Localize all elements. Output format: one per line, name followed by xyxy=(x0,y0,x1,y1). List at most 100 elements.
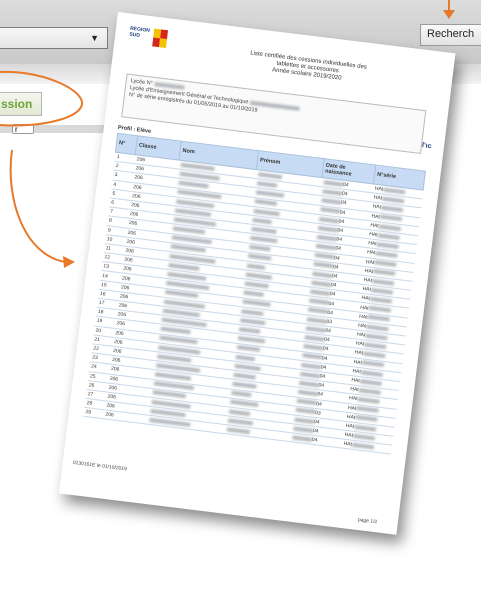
redacted-mark xyxy=(295,408,316,415)
redacted-mark xyxy=(230,390,252,398)
redacted-mark xyxy=(360,369,383,377)
redacted-mark xyxy=(298,380,319,388)
redacted-mark xyxy=(308,298,329,306)
redacted-mark xyxy=(305,325,326,333)
redacted-mark xyxy=(255,190,284,198)
redacted-mark xyxy=(321,189,343,196)
redacted-mark xyxy=(309,289,330,296)
redacted-mark xyxy=(312,262,334,269)
col-header-number: N° xyxy=(115,133,138,155)
redacted-mark xyxy=(365,333,388,340)
certified-list-document: REGION SUD Liste certifiée des cessions … xyxy=(58,12,456,535)
redacted-mark xyxy=(292,426,314,433)
redacted-mark xyxy=(302,344,324,351)
redacted-mark xyxy=(369,296,392,304)
redacted-mark xyxy=(249,235,278,244)
redacted-mark xyxy=(306,316,327,324)
redacted-mark xyxy=(310,280,332,287)
redacted-mark xyxy=(367,315,390,322)
redacted-mark xyxy=(316,234,337,242)
students-table: N° Classe Nom Prénom Date de naissance N… xyxy=(82,133,426,455)
redacted-mark xyxy=(362,351,386,359)
highlight-ellipse xyxy=(0,70,83,127)
redacted-mark xyxy=(377,233,400,240)
redacted-mark xyxy=(351,442,374,450)
redacted-mark xyxy=(291,435,313,442)
region-flag-icon xyxy=(152,28,169,49)
redacted-mark xyxy=(253,208,280,216)
redacted-mark xyxy=(318,216,339,223)
redacted-mark xyxy=(378,223,401,231)
redacted-mark xyxy=(229,400,258,408)
redacted-mark xyxy=(293,417,315,424)
redacted-mark xyxy=(226,427,250,435)
down-arrow-icon xyxy=(443,10,455,19)
footer-reference: 0130161E le 01/10/2019 xyxy=(72,459,128,473)
redacted-mark xyxy=(357,397,380,404)
redacted-mark xyxy=(315,243,336,251)
redacted-mark xyxy=(148,417,190,427)
redacted-mark xyxy=(235,354,255,361)
row-number: 29 xyxy=(82,407,104,420)
redacted-mark xyxy=(301,353,323,360)
redacted-mark xyxy=(241,299,271,308)
redacted-mark xyxy=(366,324,389,331)
redacted-mark xyxy=(254,199,277,207)
redacted-mark xyxy=(323,180,344,187)
redacted-mark xyxy=(247,254,271,261)
redacted-mark xyxy=(380,205,404,213)
redacted-mark xyxy=(228,409,250,416)
redacted-mark xyxy=(256,181,277,188)
redacted-mark xyxy=(352,433,376,441)
redacted-mark xyxy=(376,242,399,249)
redacted-mark xyxy=(299,371,320,378)
redacted-mark xyxy=(297,389,318,397)
redacted-mark xyxy=(304,335,325,342)
redacted-mark xyxy=(240,308,264,316)
redacted-mark xyxy=(363,342,387,350)
redacted-mark xyxy=(236,345,260,353)
redacted-mark xyxy=(373,260,397,268)
redacted-mark xyxy=(320,198,342,205)
info-line-2: Lycée d'Enseignement Général et Technolo… xyxy=(129,85,420,128)
redacted-mark xyxy=(361,360,385,368)
redacted-mark xyxy=(239,317,265,325)
redacted-mark xyxy=(317,225,338,233)
redacted-mark xyxy=(319,207,341,214)
redacted-mark xyxy=(314,253,335,260)
redacted-mark xyxy=(381,196,405,204)
redacted-mark xyxy=(251,217,272,224)
redacted-mark xyxy=(250,226,277,234)
redacted-mark xyxy=(246,263,265,270)
redacted-mark xyxy=(356,406,379,413)
redacted-mark xyxy=(375,251,398,258)
region-sud-logo: REGION SUD xyxy=(128,26,171,55)
redacted-mark xyxy=(358,388,381,395)
curved-arrow-icon xyxy=(9,149,66,263)
redacted-mark xyxy=(359,378,382,386)
dc-logo: l'ıc xyxy=(421,142,432,151)
redacted-mark xyxy=(370,287,393,295)
redacted-mark xyxy=(234,363,261,371)
redacted-mark xyxy=(232,372,256,380)
page-number: page 1/2 xyxy=(357,517,378,526)
redacted-mark xyxy=(227,418,253,426)
redacted-mark xyxy=(307,307,328,315)
document-title: Liste certifiée des cessions individuell… xyxy=(222,47,393,89)
redacted-mark xyxy=(372,269,396,277)
redacted-mark xyxy=(245,272,272,280)
redacted-mark xyxy=(354,415,378,423)
redacted-mark xyxy=(257,172,282,179)
redacted-mark xyxy=(300,362,322,369)
arrow-head-icon xyxy=(63,256,75,268)
redacted-mark xyxy=(311,271,333,278)
redacted-mark xyxy=(368,305,391,313)
redacted-mark xyxy=(237,336,265,344)
redacted-mark xyxy=(371,278,395,286)
redacted-mark xyxy=(382,187,406,195)
redacted-mark xyxy=(379,214,402,222)
redacted-mark xyxy=(296,398,317,406)
redacted-mark xyxy=(242,290,264,297)
redacted-mark xyxy=(248,244,270,252)
redacted-mark xyxy=(353,424,377,432)
